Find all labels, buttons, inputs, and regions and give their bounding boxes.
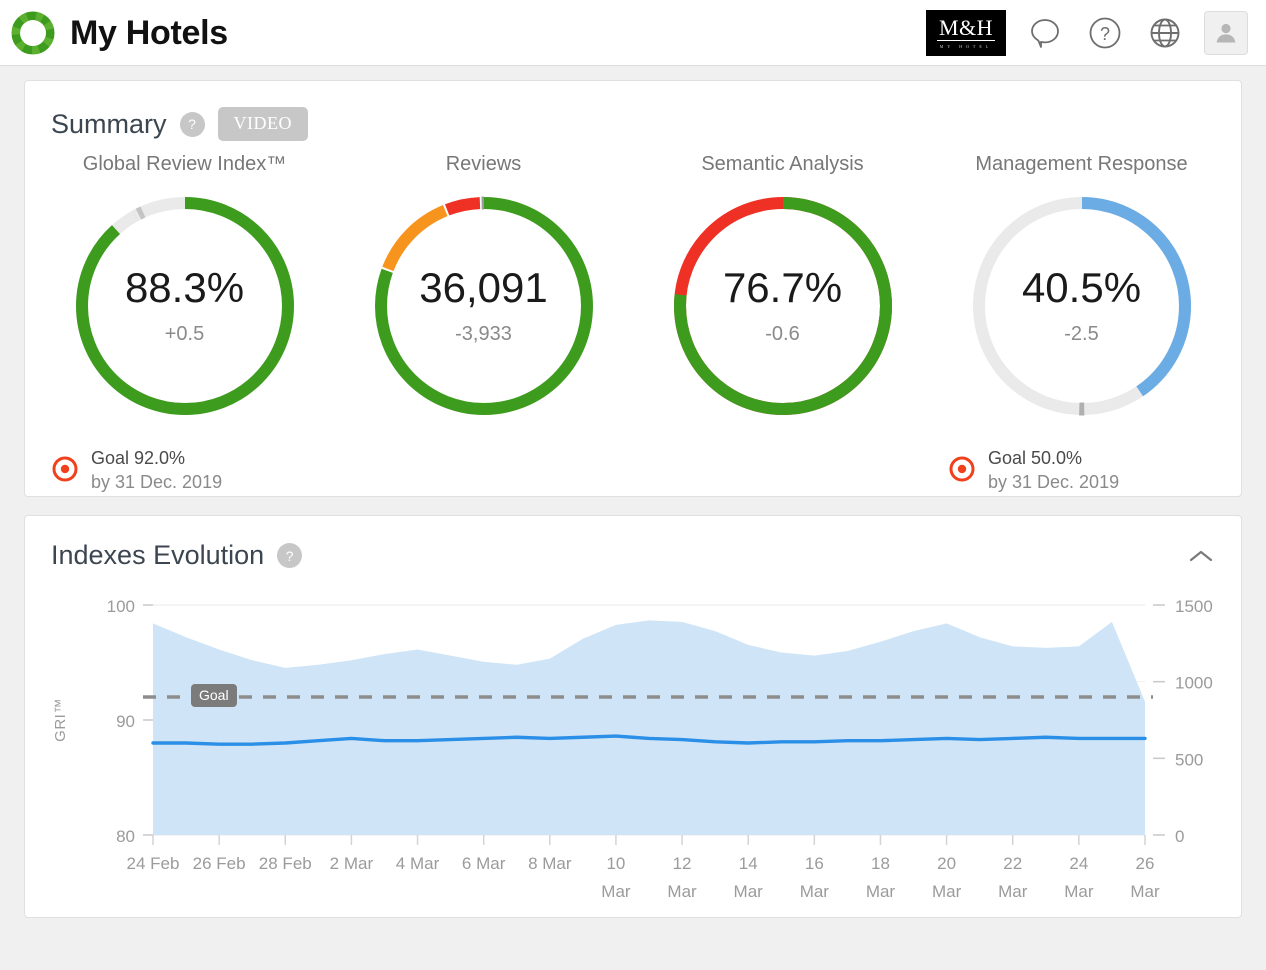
kpi-delta: -0.6 (765, 322, 800, 345)
goal-target-icon (948, 455, 976, 488)
topbar-actions: M&H MY HOTEL ? (926, 9, 1248, 56)
chart-x-tick-label: 4 Mar (396, 854, 440, 873)
goal-sub: by 31 Dec. 2019 (91, 472, 223, 492)
indexes-evolution-chart[interactable]: 80 90 100 0 500 1000 1500 GRI™ 24 Feb 26 Feb 28 Fe… (25, 587, 1241, 917)
indexes-help-icon[interactable]: ? (277, 543, 303, 568)
goal-text: Goal 92.0% by 31 Dec. 2019 (91, 447, 222, 495)
donut-chart-reviews: 36,091 -3,933 (368, 190, 600, 422)
chart-x-tick-label: 14 (739, 854, 758, 873)
chart-x-tick-label: Mar (800, 882, 830, 901)
help-icon[interactable]: ? (1084, 12, 1126, 54)
ring-logo-icon (10, 10, 56, 56)
kpi-delta: -3,933 (455, 322, 512, 345)
kpi-row: Global Review Index™ 88.3% +0.5 Goal 92.… (25, 141, 1241, 496)
kpi-delta: -2.5 (1064, 322, 1099, 345)
goal-main: Goal 92.0% (91, 448, 186, 469)
summary-help-icon[interactable]: ? (179, 111, 205, 137)
kpi-delta: +0.5 (164, 322, 205, 345)
chart-x-tick-label: Mar (932, 882, 962, 901)
hotel-brand-logo[interactable]: M&H MY HOTEL (926, 9, 1006, 56)
kpi-global-review-index: Global Review Index™ 88.3% +0.5 Goal 92.… (35, 153, 334, 496)
donut-center: 36,091 -3,933 (368, 190, 600, 422)
summary-title: Summary (51, 108, 167, 139)
donut-chart-gri: 88.3% +0.5 (69, 190, 301, 422)
chart-x-tick-label: 26 Feb (193, 854, 246, 873)
hotel-brand-logo-sub: MY HOTEL (939, 43, 993, 49)
chart-x-tick-label: 2 Mar (330, 854, 374, 873)
chart-x-tick-label: Mar (1064, 882, 1094, 901)
brand: My Hotels (10, 10, 228, 56)
goal-sub: by 31 Dec. 2019 (988, 472, 1120, 492)
goal-target-icon (51, 455, 79, 488)
goal-main: Goal 50.0% (988, 448, 1083, 469)
indexes-title: Indexes Evolution (51, 540, 265, 570)
donut-center: 88.3% +0.5 (69, 190, 301, 422)
chart-x-tick-label: Mar (1130, 882, 1160, 901)
chart-x-tick-label: 10 (606, 854, 625, 873)
chart-x-tick-label: Mar (734, 882, 764, 901)
summary-header: Summary ? VIDEO (25, 81, 1241, 141)
kpi-label: Semantic Analysis (701, 153, 864, 175)
chart-x-tick-label: 28 Feb (259, 854, 312, 873)
kpi-value: 88.3% (124, 263, 245, 311)
chart-y-tick-label: 100 (107, 597, 135, 616)
kpi-goal: Goal 92.0% by 31 Dec. 2019 (35, 446, 222, 496)
chart-y-axis-label: GRI™ (52, 698, 69, 742)
kpi-goal: Goal 50.0% by 31 Dec. 2019 (932, 446, 1119, 496)
kpi-label: Reviews (445, 153, 522, 175)
chart-x-tick-label: 8 Mar (528, 854, 572, 873)
chart-y-tick-label: 90 (116, 712, 135, 731)
chart-y2-tick-label: 1500 (1175, 597, 1213, 616)
donut-center: 40.5% -2.5 (966, 190, 1198, 422)
chart-x-tick-label: Mar (601, 882, 631, 901)
chart-x-tick-label: 22 (1003, 854, 1022, 873)
chart-goal-badge: Goal (191, 684, 237, 707)
chart-y2-tick-label: 1000 (1175, 674, 1213, 693)
language-globe-icon[interactable] (1144, 12, 1186, 54)
hotel-brand-logo-main: M&H (936, 14, 996, 41)
top-bar: My Hotels M&H MY HOTEL ? (0, 0, 1266, 66)
chart-x-tick-label: Mar (667, 882, 697, 901)
kpi-management-response: Management Response 40.5% -2.5 Goal 50.0… (932, 153, 1231, 496)
indexes-evolution-card: Indexes Evolution ? 80 90 100 0 500 1000 1500 G… (24, 515, 1242, 918)
donut-center: 76.7% -0.6 (667, 190, 899, 422)
goal-text: Goal 50.0% by 31 Dec. 2019 (988, 447, 1119, 495)
page-body: Summary ? VIDEO Global Review Index™ 88.… (0, 66, 1266, 918)
kpi-semantic-analysis: Semantic Analysis 76.7% -0.6 (633, 153, 932, 496)
chart-x-tick-label: 24 (1069, 854, 1088, 873)
donut-chart-semantic: 76.7% -0.6 (667, 190, 899, 422)
kpi-value: 36,091 (419, 263, 548, 311)
kpi-label: Management Response (975, 153, 1188, 175)
donut-chart-management-response: 40.5% -2.5 (966, 190, 1198, 422)
chart-y2-tick-label: 0 (1175, 827, 1184, 846)
chart-x-tick-label: Mar (998, 882, 1028, 901)
chart-y-tick-label: 80 (116, 827, 135, 846)
chart-x-tick-label: Mar (866, 882, 896, 901)
kpi-label: Global Review Index™ (82, 153, 287, 175)
summary-card: Summary ? VIDEO Global Review Index™ 88.… (24, 80, 1242, 497)
kpi-value: 40.5% (1021, 263, 1142, 311)
chart-x-tick-label: 18 (871, 854, 890, 873)
chevron-up-icon[interactable] (1185, 540, 1217, 572)
kpi-value: 76.7% (722, 263, 843, 311)
svg-text:?: ? (1100, 24, 1110, 44)
feedback-icon[interactable] (1024, 12, 1066, 54)
kpi-reviews: Reviews 36,091 -3,933 (334, 153, 633, 496)
indexes-header: Indexes Evolution ? (25, 516, 1241, 569)
chart-x-tick-label: 6 Mar (462, 854, 506, 873)
chart-y2-tick-label: 500 (1175, 750, 1203, 769)
chart-x-tick-label: 16 (805, 854, 824, 873)
page-title: My Hotels (70, 13, 228, 52)
chart-x-tick-label: 26 (1136, 854, 1155, 873)
chart-x-tick-label: 12 (673, 854, 692, 873)
chart-x-tick-label: 20 (937, 854, 956, 873)
user-avatar-icon[interactable] (1204, 10, 1248, 55)
chart-x-tick-label: 24 Feb (127, 854, 180, 873)
chart-area-series (153, 620, 1145, 835)
summary-video-button[interactable]: VIDEO (217, 107, 309, 141)
